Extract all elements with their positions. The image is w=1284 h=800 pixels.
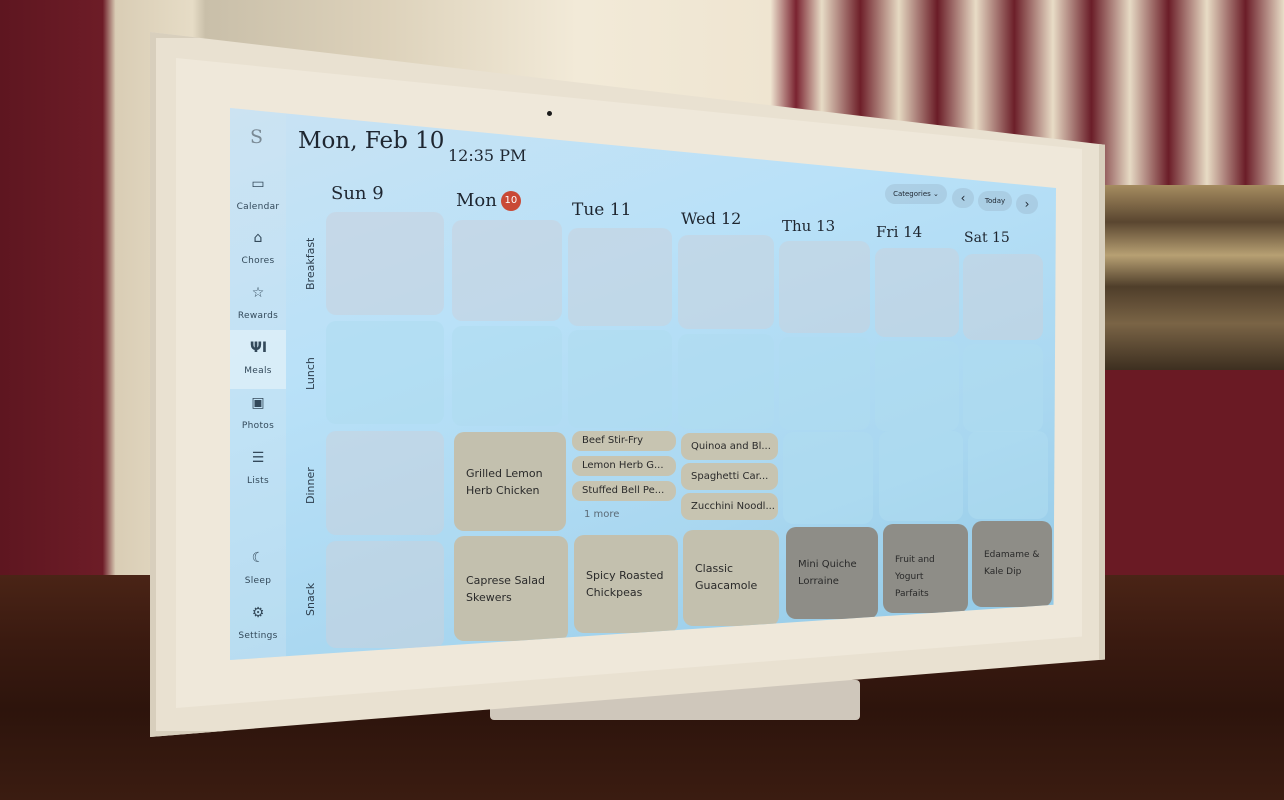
- meal-cell-breakfast-thu[interactable]: [779, 241, 870, 333]
- meal-cell-lunch-mon[interactable]: [452, 326, 562, 426]
- today-badge: 10: [500, 191, 521, 211]
- meal-chip-dinner-wed-1[interactable]: Quinoa and Bl...: [681, 433, 778, 460]
- meal-name: Mini Quiche Lorraine: [798, 559, 857, 587]
- day-header-tue: Tue 11: [572, 200, 632, 220]
- day-header-sun: Sun 9: [331, 183, 384, 204]
- meal-cell-lunch-wed[interactable]: [678, 334, 774, 429]
- meal-cell-snack-fri[interactable]: Fruit and Yogurt Parfaits: [883, 524, 968, 613]
- meal-name: Classic Guacamole: [695, 562, 758, 592]
- sidebar: S ▭ Calendar ⌂ Chores ☆ Rewards ΨI Meals…: [230, 108, 286, 660]
- sidebar-item-settings[interactable]: ⚙ Settings: [230, 605, 286, 642]
- meal-cell-snack-tue[interactable]: Spicy Roasted Chickpeas: [574, 535, 678, 633]
- meal-cell-dinner-mon[interactable]: Grilled Lemon Herb Chicken: [454, 432, 566, 531]
- row-label-lunch: Lunch: [304, 357, 317, 390]
- meal-cell-lunch-thu[interactable]: [779, 337, 870, 430]
- current-time: 12:35 PM: [448, 146, 527, 165]
- meal-chip-dinner-tue-2[interactable]: Lemon Herb G...: [572, 456, 676, 476]
- photo-icon: ▣: [251, 395, 265, 411]
- camera-icon: [547, 111, 552, 116]
- meal-planner-screen: S ▭ Calendar ⌂ Chores ☆ Rewards ΨI Meals…: [230, 108, 1056, 660]
- sidebar-item-meals[interactable]: ΨI Meals: [230, 330, 286, 389]
- sidebar-item-sleep[interactable]: ☾ Sleep: [230, 550, 286, 587]
- day-header-mon: Mon 10: [456, 190, 521, 211]
- next-week-button[interactable]: ›: [1016, 194, 1038, 214]
- broom-icon: ⌂: [253, 230, 263, 246]
- meal-chip-dinner-tue-3[interactable]: Stuffed Bell Pe...: [572, 481, 676, 501]
- meal-cell-lunch-sat[interactable]: [963, 344, 1043, 432]
- meal-cell-lunch-tue[interactable]: [568, 330, 672, 428]
- moon-icon: ☾: [251, 550, 265, 566]
- meal-cell-lunch-fri[interactable]: [875, 341, 959, 431]
- row-label-dinner: Dinner: [304, 467, 317, 504]
- meal-cell-snack-wed[interactable]: Classic Guacamole: [683, 530, 779, 626]
- more-meals-link[interactable]: 1 more: [584, 509, 619, 520]
- row-label-snack: Snack: [304, 582, 317, 616]
- app-logo: S: [250, 126, 264, 148]
- day-header-fri: Fri 14: [876, 223, 923, 241]
- star-icon: ☆: [251, 285, 265, 301]
- chevron-right-icon: ›: [1024, 197, 1030, 211]
- meal-cell-breakfast-sat[interactable]: [963, 254, 1043, 340]
- meal-cell-dinner-sun[interactable]: [326, 431, 444, 535]
- meal-cell-snack-sat[interactable]: Edamame & Kale Dip: [972, 521, 1052, 607]
- meal-name: Fruit and Yogurt Parfaits: [895, 555, 935, 599]
- meal-chip-dinner-wed-2[interactable]: Spaghetti Car...: [681, 463, 778, 490]
- meal-cell-snack-sun[interactable]: [326, 541, 444, 648]
- meal-name: Edamame & Kale Dip: [984, 550, 1040, 577]
- meal-cell-dinner-sat[interactable]: [968, 431, 1048, 519]
- today-button[interactable]: Today: [978, 191, 1012, 211]
- meal-cell-breakfast-tue[interactable]: [568, 228, 672, 326]
- meal-cell-dinner-thu[interactable]: [783, 432, 873, 524]
- row-label-breakfast: Breakfast: [304, 237, 317, 290]
- day-header-sat: Sat 15: [964, 230, 1010, 246]
- meal-chip-dinner-wed-3[interactable]: Zucchini Noodl...: [681, 493, 778, 520]
- sidebar-item-lists[interactable]: ☰ Lists: [230, 450, 286, 487]
- day-header-wed: Wed 12: [681, 209, 742, 228]
- meal-name: Grilled Lemon Herb Chicken: [466, 466, 543, 497]
- meal-name: Caprese Salad Skewers: [466, 573, 545, 604]
- meal-cell-breakfast-mon[interactable]: [452, 220, 562, 321]
- sidebar-item-calendar[interactable]: ▭ Calendar: [230, 176, 286, 213]
- sidebar-item-rewards[interactable]: ☆ Rewards: [230, 285, 286, 322]
- day-header-thu: Thu 13: [782, 217, 836, 235]
- meal-chip-dinner-tue-1[interactable]: Beef Stir-Fry: [572, 431, 676, 451]
- meal-cell-breakfast-fri[interactable]: [875, 248, 959, 337]
- utensils-icon: ΨI: [250, 340, 268, 356]
- meal-cell-lunch-sun[interactable]: [326, 321, 444, 424]
- calendar-icon: ▭: [251, 176, 265, 192]
- categories-dropdown[interactable]: Categories ⌄: [885, 184, 947, 204]
- meal-cell-breakfast-sun[interactable]: [326, 212, 444, 315]
- meal-cell-dinner-fri[interactable]: [879, 431, 963, 521]
- sidebar-item-photos[interactable]: ▣ Photos: [230, 395, 286, 432]
- meal-cell-breakfast-wed[interactable]: [678, 235, 774, 329]
- chevron-down-icon: ⌄: [933, 190, 939, 198]
- sidebar-item-chores[interactable]: ⌂ Chores: [230, 230, 286, 267]
- gear-icon: ⚙: [251, 605, 265, 621]
- meal-name: Spicy Roasted Chickpeas: [586, 569, 664, 599]
- current-date: Mon, Feb 10: [298, 128, 445, 154]
- mirror-frame: [1085, 185, 1284, 370]
- meal-cell-snack-thu[interactable]: Mini Quiche Lorraine: [786, 527, 878, 619]
- list-icon: ☰: [251, 450, 265, 466]
- prev-week-button[interactable]: ‹: [952, 188, 974, 208]
- chevron-left-icon: ‹: [960, 191, 966, 205]
- meal-cell-snack-mon[interactable]: Caprese Salad Skewers: [454, 536, 568, 641]
